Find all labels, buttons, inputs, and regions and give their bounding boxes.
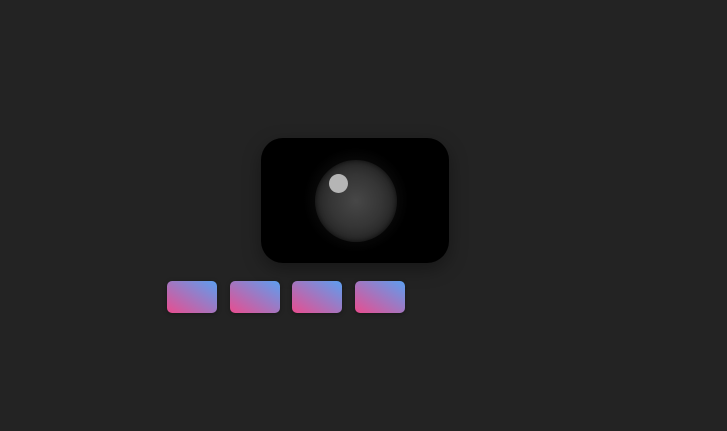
camera-lens-icon: [315, 160, 397, 242]
gradient-swatch-3[interactable]: [292, 281, 342, 313]
gradient-swatch-2[interactable]: [230, 281, 280, 313]
gradient-swatch-4[interactable]: [355, 281, 405, 313]
canvas: [0, 0, 727, 431]
gradient-swatch-1[interactable]: [167, 281, 217, 313]
lens-highlight: [329, 174, 348, 193]
